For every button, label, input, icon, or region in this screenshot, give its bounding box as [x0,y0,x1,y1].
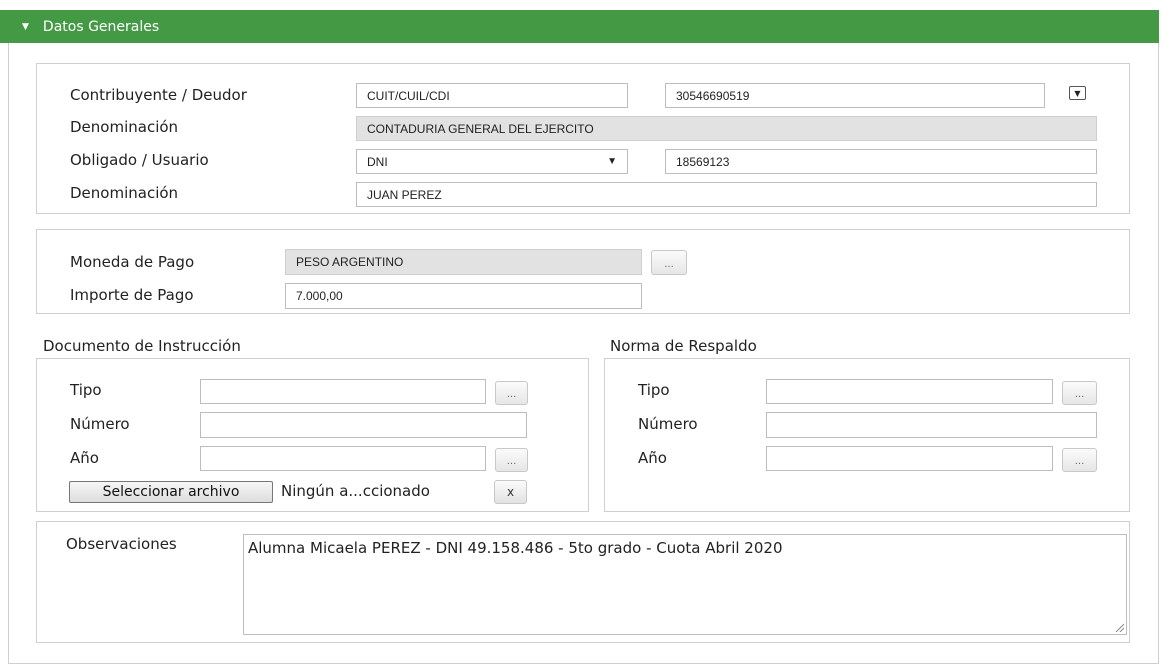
section-title: Datos Generales [42,18,160,35]
obligado-label: Obligado / Usuario [70,151,209,169]
observaciones-label: Observaciones [66,535,177,553]
doc-tipo-lookup-button[interactable]: ... [495,381,528,405]
obligado-denominacion-label: Denominación [70,184,179,202]
norma-tipo-lookup-button[interactable]: ... [1062,381,1097,405]
collapse-caret-icon[interactable]: ▼ [22,22,29,32]
norma-respaldo-title: Norma de Respaldo [610,337,757,355]
importe-label: Importe de Pago [70,286,194,304]
doc-anio-field[interactable] [200,446,486,471]
moneda-label: Moneda de Pago [70,253,195,271]
doc-tipo-label: Tipo [70,381,102,399]
chevron-down-icon: ▼ [1074,88,1081,98]
norma-numero-field[interactable] [766,412,1097,438]
norma-numero-label: Número [638,415,698,433]
contribuyente-denominacion-field[interactable]: CONTADURIA GENERAL DEL EJERCITO [356,116,1097,141]
norma-tipo-label: Tipo [638,381,670,399]
section-header[interactable]: ▼ Datos Generales [0,10,1159,43]
doc-anio-label: Año [70,449,99,467]
doc-tipo-field[interactable] [200,379,486,404]
importe-field[interactable]: 7.000,00 [285,283,642,309]
doc-numero-field[interactable] [200,412,527,438]
chevron-down-icon: ▼ [607,156,617,167]
norma-anio-lookup-button[interactable]: ... [1062,448,1097,472]
norma-anio-field[interactable] [766,446,1053,471]
contribuyente-doc-number-field[interactable]: 30546690519 [665,83,1045,108]
clear-file-button[interactable]: x [494,480,527,504]
contribuyente-dropdown-button[interactable]: ▼ [1069,86,1086,100]
norma-tipo-field[interactable] [766,379,1053,404]
doc-numero-label: Número [70,415,130,433]
observaciones-text: Alumna Micaela PEREZ - DNI 49.158.486 - … [248,539,783,557]
norma-anio-label: Año [638,449,667,467]
observaciones-textarea[interactable]: Alumna Micaela PEREZ - DNI 49.158.486 - … [243,534,1127,635]
obligado-doc-number-field[interactable]: 18569123 [665,149,1097,174]
moneda-lookup-button[interactable]: ... [651,250,687,275]
contribuyente-label: Contribuyente / Deudor [70,86,247,104]
contribuyente-denominacion-label: Denominación [70,118,179,136]
obligado-doc-type-value: DNI [367,154,388,169]
select-file-button[interactable]: Seleccionar archivo [69,481,273,503]
documento-instruccion-title: Documento de Instrucción [43,337,241,355]
obligado-doc-type-select[interactable]: DNI ▼ [356,149,628,174]
contribuyente-doc-type-field[interactable]: CUIT/CUIL/CDI [356,83,628,108]
obligado-denominacion-field[interactable]: JUAN PEREZ [356,182,1097,207]
moneda-field[interactable]: PESO ARGENTINO [285,249,642,275]
file-status-text: Ningún a...ccionado [281,482,430,500]
doc-anio-lookup-button[interactable]: ... [495,448,528,472]
resize-grip-icon[interactable] [1114,622,1124,632]
